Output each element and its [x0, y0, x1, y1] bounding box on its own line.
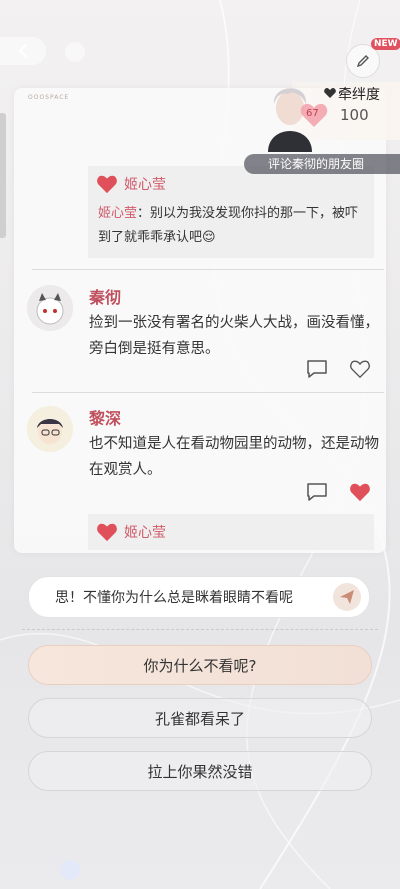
comment-icon[interactable] [306, 359, 328, 379]
partner-caption: 评论秦彻的朋友圈 [244, 154, 400, 174]
card-logo: OOOSPACE [28, 94, 70, 101]
send-icon [340, 590, 354, 604]
option-3-button[interactable]: 拉上你果然没错 [28, 751, 372, 791]
heart-icon [97, 175, 117, 194]
pencil-icon [356, 55, 369, 68]
avatar-image [27, 285, 73, 331]
commenter-name[interactable]: 黎深 [89, 405, 121, 429]
scroll-indicator[interactable] [0, 113, 6, 238]
dashed-divider [22, 629, 378, 630]
message-input[interactable]: 思！不懂你为什么总是眯着眼睛不看呢 [28, 576, 370, 618]
small-heart-icon [324, 88, 336, 98]
comment-text: 捡到一张没有署名的火柴人大战，画没看懂，旁白倒是挺有意思。 [89, 315, 379, 357]
like-filled-icon[interactable] [349, 482, 371, 502]
like-reply-block: 姬心莹 姬心莹：别以为我没发现你抖的那一下，被吓到了就乖乖承认吧😌 [88, 166, 374, 258]
commenter-name[interactable]: 秦彻 [89, 284, 121, 308]
reply-author[interactable]: 姬心莹 [98, 206, 137, 221]
relation-label: 牵绊度 [338, 87, 380, 103]
reply-text: 姬心莹：别以为我没发现你抖的那一下，被吓到了就乖乖承认吧😌 [88, 202, 374, 258]
partner-panel[interactable]: 67 牵绊度 100 评论秦彻的朋友圈 [240, 74, 400, 174]
reply-separator: ： [137, 206, 151, 221]
divider [32, 269, 384, 270]
level-value: 67 [306, 108, 319, 119]
avatar-qinche[interactable] [27, 285, 73, 331]
like-block: 姬心莹 [88, 514, 374, 550]
back-button[interactable] [0, 37, 46, 65]
liker-name: 姬心莹 [124, 525, 166, 541]
message-text: 思！不懂你为什么总是眯着眼睛不看呢 [55, 590, 293, 606]
heart-icon [97, 523, 117, 542]
new-badge: NEW [371, 38, 400, 50]
like-outline-icon[interactable] [349, 359, 371, 379]
caption-text: 评论秦彻的朋友圈 [268, 157, 365, 171]
send-button[interactable] [333, 583, 361, 611]
liker-name: 姬心莹 [124, 177, 166, 193]
comment-text: 也不知道是人在看动物园里的动物，还是动物在观赏人。 [89, 436, 379, 478]
comment-icon[interactable] [306, 482, 328, 502]
option-2-button[interactable]: 孔雀都看呆了 [28, 698, 372, 738]
option-1-button[interactable]: 你为什么不看呢? [28, 645, 372, 685]
relation-value: 100 [340, 106, 369, 124]
chevron-left-icon [18, 43, 28, 59]
divider [32, 392, 384, 393]
like-row: 姬心莹 [88, 514, 374, 550]
avatar-image [27, 406, 73, 452]
avatar-lishen[interactable] [27, 406, 73, 452]
